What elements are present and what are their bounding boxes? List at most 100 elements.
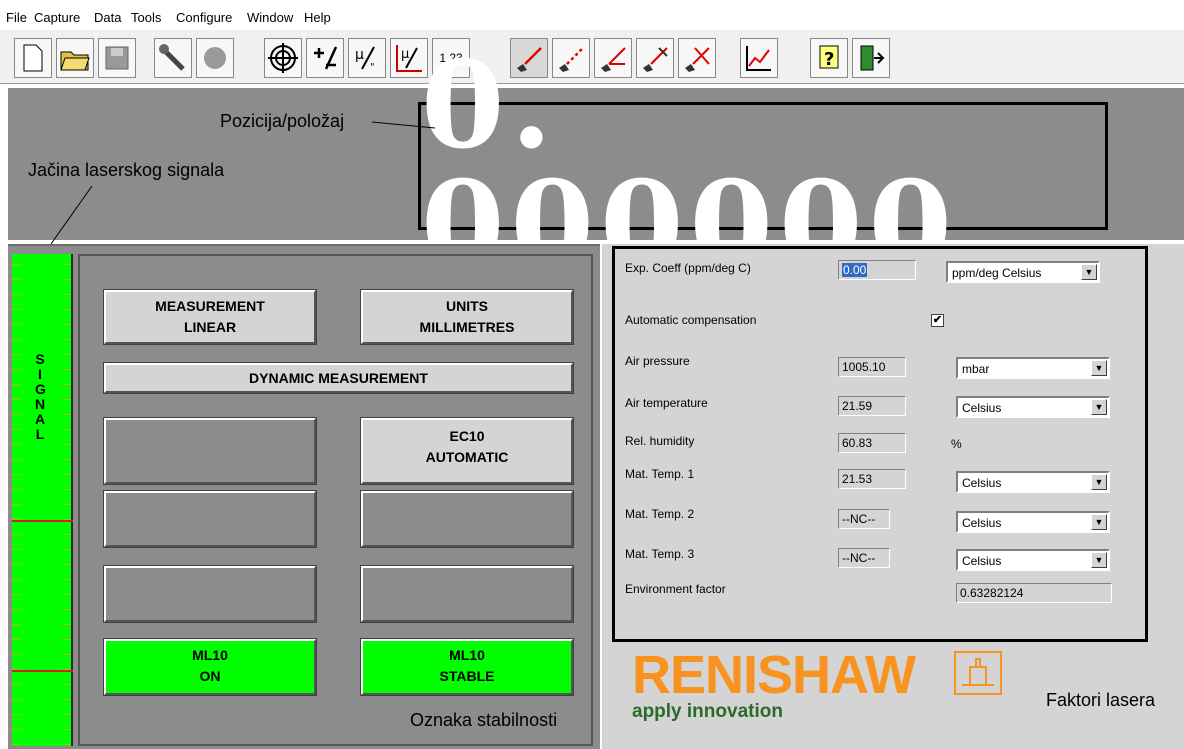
- signal-tick: [12, 744, 20, 745]
- signal-tick: [12, 624, 20, 625]
- signal-tick: [62, 639, 71, 640]
- mat-temp-3-unit-value: Celsius: [962, 554, 1002, 568]
- signal-tick: [12, 489, 20, 490]
- signal-tick: [12, 459, 20, 460]
- signal-tick: [62, 699, 71, 700]
- mat-temp-1-unit-select[interactable]: Celsius ▼: [956, 471, 1110, 493]
- signal-threshold-line: [12, 520, 73, 522]
- air-temp-unit-select[interactable]: Celsius ▼: [956, 396, 1110, 418]
- signal-tick: [12, 354, 20, 355]
- auto-comp-checkbox[interactable]: ✔: [931, 314, 944, 327]
- signal-tick: [62, 279, 71, 280]
- signal-tick: [62, 339, 71, 340]
- signal-tick: [12, 339, 20, 340]
- signal-tick: [12, 294, 20, 295]
- mat-temp-1-label: Mat. Temp. 1: [625, 467, 695, 481]
- ml10-on-title: ML10: [192, 647, 228, 663]
- units-button[interactable]: UNITS MILLIMETRES: [360, 289, 574, 345]
- exp-coeff-field[interactable]: 0.00: [838, 260, 916, 280]
- ml10-stable-button[interactable]: ML10 STABLE: [360, 638, 574, 696]
- signal-tick: [62, 624, 71, 625]
- units-value: MILLIMETRES: [419, 319, 515, 335]
- signal-tick: [62, 384, 71, 385]
- ml10-stable-value: STABLE: [439, 668, 495, 684]
- humidity-value: 60.83: [838, 433, 906, 453]
- signal-tick: [12, 264, 20, 265]
- signal-tick: [62, 504, 71, 505]
- signal-tick: [12, 399, 20, 400]
- mat-temp-2-unit-value: Celsius: [962, 516, 1002, 530]
- signal-tick: [12, 549, 20, 550]
- signal-tick: [12, 444, 20, 445]
- signal-tick: [62, 489, 71, 490]
- signal-tick: [12, 654, 20, 655]
- air-temp-label: Air temperature: [625, 396, 708, 410]
- signal-tick: [62, 414, 71, 415]
- ml10-on-value: ON: [199, 668, 221, 684]
- renishaw-emblem-icon: [954, 651, 1002, 695]
- signal-tick: [62, 474, 71, 475]
- ec10-title: EC10: [449, 428, 485, 444]
- signal-strength-bar: [12, 254, 73, 746]
- empty-slot-3[interactable]: [360, 490, 574, 548]
- signal-tick: [62, 369, 71, 370]
- signal-tick: [12, 279, 20, 280]
- air-pressure-label: Air pressure: [625, 354, 690, 368]
- chevron-down-icon: ▼: [1091, 399, 1107, 415]
- exp-coeff-unit-select[interactable]: ppm/deg Celsius ▼: [946, 261, 1100, 283]
- mat-temp-2-value: --NC--: [838, 509, 890, 529]
- signal-tick: [62, 429, 71, 430]
- air-pressure-unit-select[interactable]: mbar ▼: [956, 357, 1110, 379]
- signal-tick: [12, 504, 20, 505]
- signal-tick: [62, 609, 71, 610]
- laser-factors-box: Exp. Coeff (ppm/deg C) 0.00 ppm/deg Cels…: [612, 246, 1148, 642]
- mat-temp-3-label: Mat. Temp. 3: [625, 547, 695, 561]
- env-factor-value: 0.63282124: [956, 583, 1112, 603]
- signal-tick: [62, 534, 71, 535]
- signal-tick: [62, 264, 71, 265]
- signal-tick: [62, 714, 71, 715]
- signal-tick: [62, 729, 71, 730]
- chevron-down-icon: ▼: [1081, 264, 1097, 280]
- air-temp-value: 21.59: [838, 396, 906, 416]
- measurement-button[interactable]: MEASUREMENT LINEAR: [103, 289, 317, 345]
- units-title: UNITS: [446, 298, 488, 314]
- mat-temp-2-unit-select[interactable]: Celsius ▼: [956, 511, 1110, 533]
- exp-coeff-value: 0.00: [842, 263, 868, 277]
- signal-tick: [12, 564, 20, 565]
- air-pressure-value: 1005.10: [838, 357, 906, 377]
- signal-tick: [12, 324, 20, 325]
- signal-tick: [62, 684, 71, 685]
- auto-comp-label: Automatic compensation: [625, 313, 757, 327]
- signal-tick: [62, 549, 71, 550]
- dynamic-measurement-label: DYNAMIC MEASUREMENT: [249, 370, 428, 386]
- empty-slot-4[interactable]: [103, 565, 317, 623]
- exp-coeff-label: Exp. Coeff (ppm/deg C): [625, 261, 751, 275]
- signal-label: SIGNAL: [28, 352, 52, 442]
- empty-slot-2[interactable]: [103, 490, 317, 548]
- signal-tick: [62, 294, 71, 295]
- ec10-button[interactable]: EC10 AUTOMATIC: [360, 417, 574, 485]
- empty-slot-5[interactable]: [360, 565, 574, 623]
- signal-tick: [12, 429, 20, 430]
- signal-tick: [12, 384, 20, 385]
- ml10-on-button[interactable]: ML10 ON: [103, 638, 317, 696]
- dynamic-measurement-button[interactable]: DYNAMIC MEASUREMENT: [103, 362, 574, 394]
- measurement-value: LINEAR: [183, 319, 237, 335]
- chevron-down-icon: ▼: [1091, 552, 1107, 568]
- signal-tick: [62, 579, 71, 580]
- mat-temp-3-unit-select[interactable]: Celsius ▼: [956, 549, 1110, 571]
- signal-tick: [12, 414, 20, 415]
- signal-tick: [12, 369, 20, 370]
- annotation-stability: Oznaka stabilnosti: [410, 710, 558, 730]
- signal-tick: [12, 729, 20, 730]
- mat-temp-1-value: 21.53: [838, 469, 906, 489]
- signal-tick: [62, 744, 71, 745]
- empty-slot-1[interactable]: [103, 417, 317, 485]
- signal-tick: [12, 699, 20, 700]
- signal-tick: [62, 354, 71, 355]
- mat-temp-3-value: --NC--: [838, 548, 890, 568]
- signal-tick: [12, 639, 20, 640]
- signal-tick: [12, 534, 20, 535]
- signal-tick: [62, 654, 71, 655]
